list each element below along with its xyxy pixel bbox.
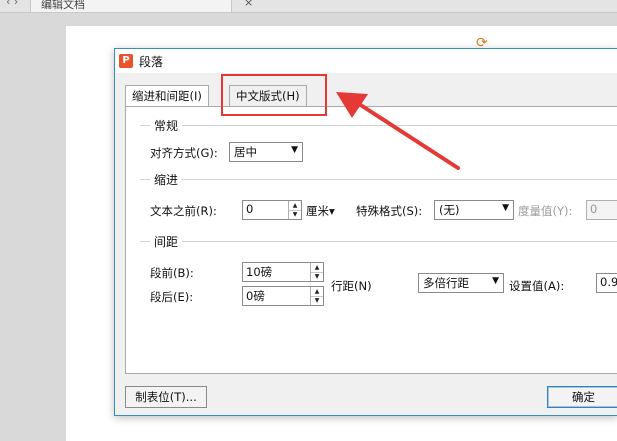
dialog-title: 段落: [139, 55, 164, 69]
close-icon[interactable]: ×: [244, 0, 253, 9]
spacing-after-value: 0磅: [246, 289, 265, 303]
measure-label: 度量值(Y):: [518, 204, 573, 218]
spacing-before-stepper[interactable]: 10磅 ▲ ▼: [242, 262, 324, 282]
stepper-down-icon[interactable]: ▼: [311, 296, 323, 305]
app-tab-strip: ‹ › 编辑文档 ×: [0, 0, 617, 13]
indent-before-label: 文本之前(R):: [150, 204, 217, 218]
setting-value: 0.9: [600, 275, 617, 289]
indent-group: 缩进: [140, 171, 617, 188]
dialog-titlebar[interactable]: P 段落: [115, 49, 617, 73]
line-spacing-select[interactable]: 多倍行距 ▼: [418, 273, 504, 293]
special-format-value: (无): [439, 203, 460, 217]
annotation-arrow-icon: [336, 92, 460, 170]
spacing-after-stepper[interactable]: 0磅 ▲ ▼: [242, 286, 324, 306]
alignment-select[interactable]: 居中 ▼: [229, 142, 303, 162]
indent-unit-dropdown[interactable]: 厘米▾: [306, 203, 335, 219]
spacing-group: 间距: [140, 233, 617, 250]
indent-before-stepper[interactable]: 0 ▲ ▼: [242, 200, 302, 220]
measure-value: 0: [590, 202, 598, 216]
indent-group-title: 缩进: [150, 171, 183, 188]
alignment-value: 居中: [234, 145, 257, 159]
chevron-down-icon: ▼: [291, 145, 298, 155]
tab-indent-spacing[interactable]: 缩进和间距(I): [125, 85, 209, 107]
ok-button[interactable]: 确定: [547, 386, 617, 408]
chevron-down-icon: ▼: [502, 203, 509, 213]
line-spacing-value: 多倍行距: [423, 276, 469, 290]
spacing-group-title: 间距: [150, 233, 183, 250]
alignment-label: 对齐方式(G):: [150, 146, 218, 160]
document-tab[interactable]: 编辑文档 ×: [30, 0, 253, 12]
line-spacing-label: 行距(N): [331, 279, 372, 293]
spacing-before-value: 10磅: [246, 265, 273, 279]
general-group-title: 常规: [150, 117, 183, 134]
document-tab-label: 编辑文档: [41, 0, 85, 11]
setting-value-input[interactable]: 0.9: [596, 273, 617, 293]
spacing-before-label: 段前(B):: [150, 266, 194, 280]
highlight-box: [221, 74, 327, 116]
special-format-label: 特殊格式(S):: [356, 204, 423, 218]
measure-input[interactable]: 0: [586, 200, 617, 220]
app-logo-icon: P: [119, 54, 133, 68]
stepper-down-icon[interactable]: ▼: [289, 210, 301, 219]
setting-value-label: 设置值(A):: [509, 279, 565, 293]
chevron-down-icon: ▼: [492, 276, 499, 286]
indent-before-value: 0: [246, 202, 254, 216]
spacing-after-label: 段后(E):: [150, 290, 194, 304]
special-format-select[interactable]: (无) ▼: [434, 200, 514, 220]
stepper-down-icon[interactable]: ▼: [311, 272, 323, 281]
nav-arrows-icon[interactable]: ‹ ›: [6, 0, 18, 8]
tab-stops-button[interactable]: 制表位(T)...: [125, 386, 207, 408]
